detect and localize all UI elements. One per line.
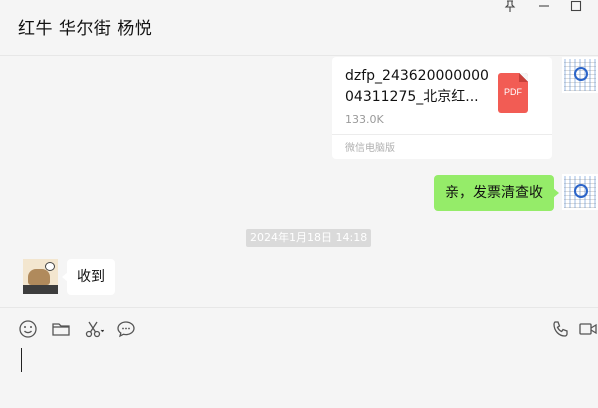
my-avatar[interactable] <box>562 57 598 93</box>
title-bar: 红牛 华尔街 杨悦 <box>0 0 598 56</box>
phone-icon[interactable] <box>551 319 571 339</box>
chat-title: 红牛 华尔街 杨悦 <box>18 19 153 39</box>
message-input-area[interactable] <box>0 307 598 408</box>
pin-icon[interactable] <box>496 0 524 20</box>
my-avatar[interactable] <box>562 174 598 210</box>
contact-avatar[interactable] <box>23 259 58 294</box>
pdf-icon-label: PDF <box>504 87 522 97</box>
received-message-bubble[interactable]: 收到 <box>62 259 115 295</box>
file-source: 微信电脑版 <box>345 143 395 154</box>
file-message[interactable]: dzfp_243620000000 04311275_北京红... 133.0K… <box>332 57 552 159</box>
file-name: dzfp_243620000000 04311275_北京红... <box>345 68 489 105</box>
maximize-icon[interactable] <box>562 0 590 20</box>
text-cursor <box>21 348 22 372</box>
message-list[interactable]: dzfp_243620000000 04311275_北京红... 133.0K… <box>0 57 598 307</box>
scissors-icon[interactable] <box>84 319 105 339</box>
folder-icon[interactable] <box>51 319 71 339</box>
message-timestamp: 2024年1月18日 14:18 <box>246 229 372 247</box>
emoji-icon[interactable] <box>18 319 38 339</box>
pdf-icon: PDF <box>498 73 528 113</box>
sent-message-bubble[interactable]: 亲，发票清查收 <box>434 175 559 211</box>
video-call-icon[interactable] <box>578 319 598 339</box>
chat-history-icon[interactable] <box>116 319 136 339</box>
file-card-divider <box>332 134 552 135</box>
minimize-icon[interactable] <box>530 0 558 20</box>
file-size: 133.0K <box>345 113 384 126</box>
